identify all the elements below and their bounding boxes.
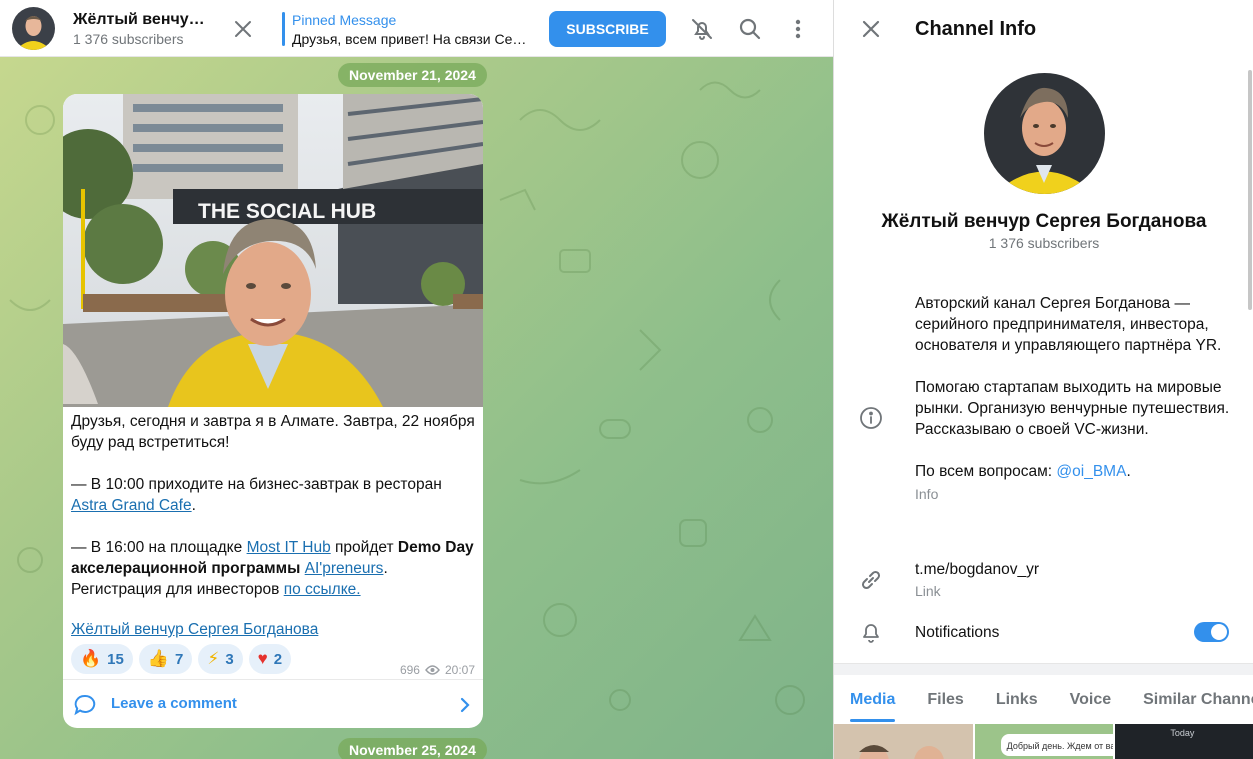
section-divider	[834, 663, 1253, 675]
post-signature-link[interactable]: Жёлтый венчур Сергея Богданова	[71, 621, 318, 638]
mute-bell-icon[interactable]	[689, 16, 715, 42]
chevron-right-icon	[460, 697, 470, 713]
bell-icon	[858, 619, 884, 645]
channel-avatar-large[interactable]	[984, 73, 1105, 194]
date-separator: November 21, 2024	[338, 63, 487, 87]
view-count: 696	[399, 663, 420, 677]
reaction-lightning[interactable]: ⚡ 3	[198, 644, 243, 674]
notifications-label: Notifications	[915, 624, 1000, 641]
post-paragraph-2: — В 10:00 приходите на бизнес-завтрак в …	[71, 476, 442, 514]
post-paragraph-3: — В 16:00 на площадке Most IT Hub пройде…	[71, 539, 474, 598]
scrollbar[interactable]	[1248, 70, 1252, 310]
channel-name: Жёлтый венчур Сергея Богданова	[881, 211, 1207, 232]
info-caption: Info	[915, 486, 939, 502]
post-time: 20:07	[444, 663, 475, 677]
reaction-fire[interactable]: 🔥 15	[71, 644, 133, 674]
link-astra-grand-cafe[interactable]: Astra Grand Cafe	[71, 497, 192, 514]
description-paragraph-3: По всем вопросам: @oi_BMA.	[915, 463, 1131, 480]
media-tabs: Media Files Links Voice Similar Channels	[834, 676, 1253, 724]
tab-links[interactable]: Links	[980, 676, 1054, 724]
media-thumb[interactable]	[834, 724, 973, 759]
tab-files[interactable]: Files	[911, 676, 979, 724]
subscriber-count: 1 376 subscribers	[73, 31, 184, 47]
channel-link[interactable]: t.me/bogdanov_yr	[915, 561, 1039, 579]
close-pinned-icon[interactable]	[231, 17, 255, 41]
description-paragraph-2: Помогаю стартапам выходить на мировые ры…	[915, 379, 1230, 438]
comment-icon	[74, 694, 96, 716]
pinned-label[interactable]: Pinned Message	[292, 12, 396, 28]
info-icon	[858, 405, 884, 431]
leave-comment-button[interactable]: Leave a comment	[63, 679, 483, 728]
contact-username-link[interactable]: @oi_BMA	[1056, 463, 1126, 480]
chat-area: Жёлтый венчу… 1 376 subscribers Pinned M…	[0, 0, 833, 759]
leave-comment-label[interactable]: Leave a comment	[111, 695, 237, 712]
link-registration[interactable]: по ссылке.	[284, 581, 361, 598]
chat-header: Жёлтый венчу… 1 376 subscribers Pinned M…	[0, 0, 833, 57]
reaction-heart[interactable]: ♥ 2	[248, 644, 292, 674]
channel-avatar[interactable]	[12, 7, 55, 50]
link-most-it-hub[interactable]: Most IT Hub	[247, 539, 331, 556]
post-paragraph-1: Друзья, сегодня и завтра я в Алмате. Зав…	[71, 413, 475, 451]
channel-info-panel: Channel Info Жёлтый венчур Сергея Богдан…	[833, 0, 1253, 759]
channel-description: Авторский канал Сергея Богданова — серий…	[915, 293, 1235, 505]
notifications-toggle[interactable]	[1194, 622, 1229, 642]
search-icon[interactable]	[737, 16, 763, 42]
pinned-indicator	[282, 12, 285, 46]
date-separator-2: November 25, 2024	[338, 738, 487, 759]
post-text: Друзья, сегодня и завтра я в Алмате. Зав…	[71, 411, 475, 661]
media-grid: Добрый день. Ждем от вас Today	[834, 724, 1253, 759]
post-meta: 696 20:07	[400, 663, 475, 677]
description-paragraph-1: Авторский канал Сергея Богданова — серий…	[915, 295, 1222, 354]
channel-post: THE SOCIAL HUB Друзья, сегодня и завтра …	[63, 94, 483, 728]
pinned-text[interactable]: Друзья, всем привет! На связи Се…	[292, 31, 526, 47]
eye-icon	[425, 665, 440, 675]
more-vertical-icon[interactable]	[785, 16, 811, 42]
media-thumb[interactable]: Добрый день. Ждем от вас	[974, 724, 1114, 759]
photo-sign-text: THE SOCIAL HUB	[198, 200, 376, 223]
tab-similar-channels[interactable]: Similar Channels	[1127, 676, 1253, 724]
link-icon	[858, 567, 884, 593]
media-thumb[interactable]: Today	[1115, 724, 1253, 759]
panel-title: Channel Info	[915, 18, 1037, 40]
tab-media[interactable]: Media	[834, 676, 911, 724]
channel-subscribers: 1 376 subscribers	[988, 235, 1100, 251]
tab-voice[interactable]: Voice	[1054, 676, 1128, 724]
reaction-thumbs-up[interactable]: 👍 7	[138, 644, 193, 674]
link-caption: Link	[915, 583, 941, 599]
post-photo[interactable]: THE SOCIAL HUB	[63, 94, 483, 407]
link-aipreneurs[interactable]: AI'preneurs	[305, 560, 384, 577]
close-icon[interactable]	[859, 17, 883, 41]
channel-title[interactable]: Жёлтый венчу…	[73, 11, 205, 29]
subscribe-button[interactable]: SUBSCRIBE	[549, 11, 666, 47]
reactions-bar: 🔥 15 👍 7 ⚡ 3 ♥ 2	[71, 644, 292, 674]
